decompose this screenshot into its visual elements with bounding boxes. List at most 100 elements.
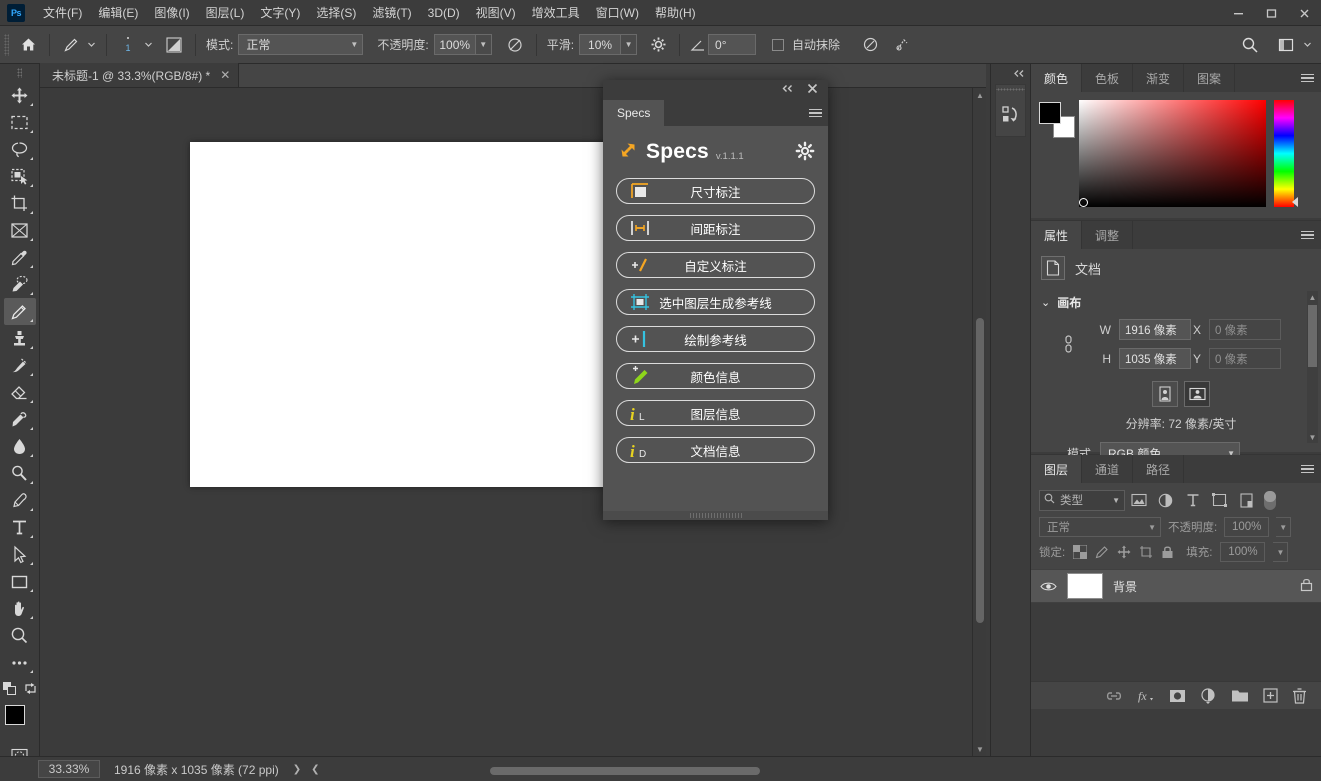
history-brush-tool[interactable]: [4, 352, 36, 379]
document-tab[interactable]: 未标题-1 @ 33.3%(RGB/8#) * ✕: [40, 63, 239, 87]
blend-mode-select[interactable]: 正常 ▼: [238, 34, 363, 55]
menu-3d[interactable]: 3D(D): [420, 2, 468, 24]
size-annotation-button[interactable]: 尺寸标注: [616, 178, 815, 204]
tab-gradients[interactable]: 渐变: [1133, 64, 1184, 92]
home-icon[interactable]: [15, 32, 41, 58]
panel-menu-icon[interactable]: [1293, 455, 1321, 483]
layer-opacity-input[interactable]: 100%: [1224, 517, 1269, 537]
panel-menu-icon[interactable]: [802, 100, 828, 126]
edit-toolbar-button[interactable]: [4, 649, 36, 676]
workspace-chevron-icon[interactable]: [1299, 32, 1315, 58]
landscape-orientation-icon[interactable]: [1184, 381, 1210, 407]
tab-properties[interactable]: 属性: [1031, 221, 1082, 249]
specs-plugin-window[interactable]: Specs Specs v.1.1.1: [603, 80, 828, 520]
minimize-button[interactable]: [1222, 0, 1255, 26]
menu-filter[interactable]: 滤镜(T): [364, 0, 419, 25]
tablet-pressure-size-icon[interactable]: [857, 32, 883, 58]
frame-tool[interactable]: [4, 217, 36, 244]
tab-adjustments[interactable]: 调整: [1082, 221, 1133, 249]
eyedropper-tool[interactable]: [4, 244, 36, 271]
airbrush-icon[interactable]: [502, 32, 528, 58]
menu-edit[interactable]: 编辑(E): [90, 0, 146, 25]
width-input[interactable]: 1916 像素: [1119, 319, 1191, 340]
menu-help[interactable]: 帮助(H): [647, 0, 704, 25]
type-tool[interactable]: [4, 514, 36, 541]
color-swatches[interactable]: [4, 704, 36, 736]
document-info-button[interactable]: i D 文档信息: [616, 437, 815, 463]
spot-healing-brush-tool[interactable]: [4, 271, 36, 298]
options-bar-grip[interactable]: [4, 34, 9, 56]
y-input[interactable]: 0 像素: [1209, 348, 1281, 369]
gear-icon[interactable]: [795, 141, 815, 164]
blur-tool[interactable]: [4, 433, 36, 460]
brush-settings-panel-icon[interactable]: [161, 32, 187, 58]
layer-thumbnail[interactable]: [1067, 573, 1103, 599]
status-collapse-arrow-icon[interactable]: ❮: [311, 764, 319, 775]
link-icon[interactable]: [1055, 334, 1081, 354]
pencil-tool-icon[interactable]: [58, 32, 84, 58]
canvas-section-header[interactable]: ⌄ 画布: [1031, 291, 1321, 319]
panel-menu-icon[interactable]: [1293, 64, 1321, 92]
layer-opacity-stepper[interactable]: ▼: [1276, 517, 1291, 537]
maximize-button[interactable]: [1255, 0, 1288, 26]
tab-specs[interactable]: Specs: [603, 100, 664, 126]
specs-window-titlebar[interactable]: [603, 80, 828, 100]
angle-input[interactable]: 0°: [708, 34, 756, 55]
smoothing-stepper[interactable]: ▼: [621, 34, 637, 55]
auto-erase-checkbox[interactable]: [772, 39, 784, 51]
tab-channels[interactable]: 通道: [1082, 455, 1133, 483]
tab-patterns[interactable]: 图案: [1184, 64, 1235, 92]
layer-info-button[interactable]: i L 图层信息: [616, 400, 815, 426]
close-button[interactable]: [1288, 0, 1321, 26]
default-colors-icon[interactable]: [3, 682, 16, 698]
hue-slider-handle[interactable]: [1292, 197, 1298, 207]
gradient-tool[interactable]: [4, 406, 36, 433]
layer-blend-mode-select[interactable]: 正常 ▼: [1039, 517, 1161, 537]
scroll-up-arrow-icon[interactable]: ▲: [1307, 291, 1318, 303]
scroll-up-arrow-icon[interactable]: ▲: [973, 88, 987, 102]
link-layers-icon[interactable]: [1105, 690, 1123, 702]
scrollbar-thumb[interactable]: [976, 318, 984, 623]
lock-icon[interactable]: [1300, 577, 1313, 595]
document-canvas[interactable]: [190, 142, 660, 487]
path-selection-tool[interactable]: [4, 541, 36, 568]
workspace-icon[interactable]: [1273, 32, 1299, 58]
menu-view[interactable]: 视图(V): [468, 0, 524, 25]
rectangular-marquee-tool[interactable]: [4, 109, 36, 136]
new-group-icon[interactable]: [1231, 689, 1249, 703]
tab-layers[interactable]: 图层: [1031, 455, 1082, 483]
brush-preset-chevron-icon[interactable]: [141, 32, 155, 58]
lasso-tool[interactable]: [4, 136, 36, 163]
lock-transparent-pixels-icon[interactable]: [1073, 545, 1087, 559]
foreground-color-swatch[interactable]: [5, 705, 25, 725]
filter-toggle-switch[interactable]: [1264, 491, 1276, 510]
delete-layer-icon[interactable]: [1292, 688, 1307, 704]
brush-size-preview[interactable]: 1: [115, 30, 141, 60]
tab-color[interactable]: 颜色: [1031, 64, 1082, 92]
opacity-stepper[interactable]: ▼: [476, 34, 492, 55]
pixel-filter-icon[interactable]: [1125, 489, 1152, 511]
clone-stamp-tool[interactable]: [4, 325, 36, 352]
scroll-down-arrow-icon[interactable]: ▼: [1307, 431, 1318, 443]
panel-grip[interactable]: [996, 85, 1025, 94]
draw-guide-button[interactable]: 绘制参考线: [616, 326, 815, 352]
auto-erase-checkbox-row[interactable]: 自动抹除: [772, 36, 845, 53]
zoom-tool[interactable]: [4, 622, 36, 649]
color-field[interactable]: [1079, 100, 1266, 207]
canvas-horizontal-scrollbar[interactable]: [490, 767, 760, 775]
zoom-level-field[interactable]: 33.33%: [38, 760, 100, 778]
x-input[interactable]: 0 像素: [1209, 319, 1281, 340]
custom-annotation-button[interactable]: 自定义标注: [616, 252, 815, 278]
layer-name[interactable]: 背景: [1113, 578, 1137, 595]
menu-window[interactable]: 窗口(W): [588, 0, 647, 25]
eye-icon[interactable]: [1039, 581, 1057, 592]
menu-select[interactable]: 选择(S): [308, 0, 364, 25]
history-panel-collapsed[interactable]: [995, 84, 1026, 137]
lock-all-icon[interactable]: [1161, 545, 1174, 559]
spacing-annotation-button[interactable]: 间距标注: [616, 215, 815, 241]
table-row[interactable]: 背景: [1031, 569, 1321, 603]
history-icon[interactable]: [996, 94, 1025, 136]
new-adjustment-layer-icon[interactable]: [1200, 688, 1217, 704]
opacity-input[interactable]: 100%: [434, 34, 476, 55]
gear-icon[interactable]: [645, 32, 671, 58]
